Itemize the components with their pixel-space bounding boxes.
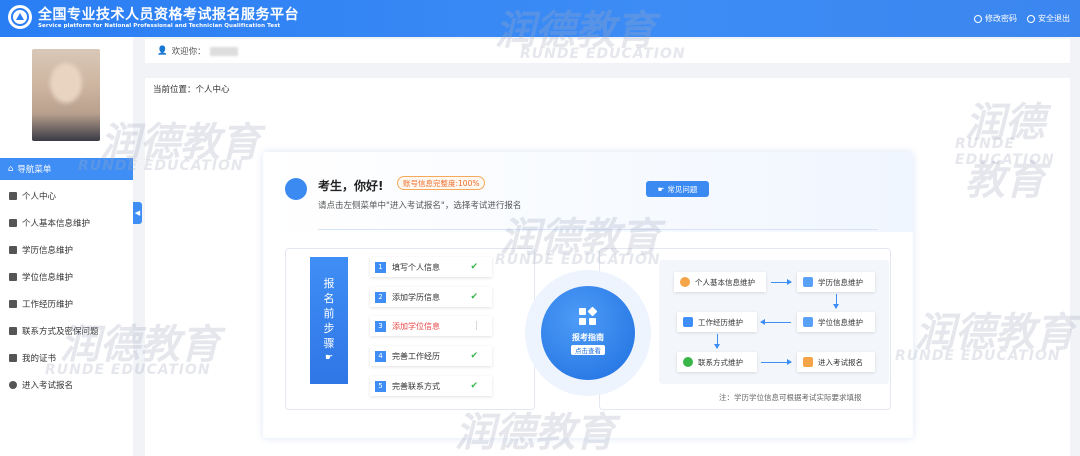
sidebar-item-basic-info[interactable]: 个人基本信息维护	[0, 209, 133, 236]
step-item[interactable]: 5 完善联系方式 ✔	[370, 376, 492, 396]
nav-header: ⌂ 导航菜单	[0, 158, 133, 180]
divider	[318, 229, 878, 230]
incomplete-marker: |	[474, 321, 478, 331]
breadcrumb: 当前位置：个人中心	[145, 78, 1070, 100]
step-item[interactable]: 2 添加学历信息 ✔	[370, 287, 492, 307]
sidebar-item-work[interactable]: 工作经历维护	[0, 290, 133, 317]
flow-arrow	[761, 359, 792, 365]
step-item[interactable]: 4 完善工作经历 ✔	[370, 346, 492, 366]
briefcase-icon	[9, 299, 17, 308]
faq-button[interactable]: ☛ 常见问题	[646, 181, 709, 197]
steps-label: 报 名 前 步 骤 ☛	[310, 257, 348, 384]
arrow-circle-icon	[9, 380, 17, 389]
flow-degree[interactable]: 学位信息维护	[797, 312, 875, 332]
view-guide-button[interactable]: 点击查看	[571, 345, 605, 355]
certificate-icon	[9, 353, 17, 362]
hand-pointer-icon: ☛	[324, 352, 334, 363]
note-text: 注：学历学位信息可根据考试实际要求填报	[719, 393, 862, 402]
flow-enter-exam[interactable]: 进入考试报名	[797, 352, 875, 372]
completion-badge: 账号信息完整度:100%	[397, 176, 486, 190]
chevron-left-icon: ◀	[134, 209, 141, 217]
sidebar-item-personal-center[interactable]: 个人中心	[0, 182, 133, 209]
sidebar: ⌂ 导航菜单 个人中心 个人基本信息维护 学历信息维护 学位信息维护 工作经历维…	[0, 37, 133, 456]
greeting: 考生，你好!	[318, 179, 384, 193]
user-icon	[285, 178, 307, 200]
steps-panel: 报 名 前 步 骤 ☛ 1 填写个人信息 ✔ 2 添加学历信息 ✔ 3 添加学位信息 | 4…	[285, 248, 535, 410]
sidebar-item-enter-exam[interactable]: 进入考试报名	[0, 371, 133, 398]
hint-text: 请点击左侧菜单中"进入考试报名"，选择考试进行报名	[318, 201, 522, 211]
site-title: 全国专业技术人员资格考试报名服务平台	[38, 7, 299, 23]
user-icon	[9, 218, 17, 227]
flow-arrow	[833, 294, 839, 309]
step-item[interactable]: 3 添加学位信息 |	[370, 316, 492, 336]
medal-icon	[9, 272, 17, 281]
top-header: 全国专业技术人员资格考试报名服务平台 Service platform for …	[0, 0, 1080, 37]
sidebar-item-certificates[interactable]: 我的证书	[0, 344, 133, 371]
phone-icon	[683, 357, 693, 367]
home-icon	[9, 191, 17, 200]
sidebar-collapse-button[interactable]: ◀	[133, 202, 142, 224]
document-icon	[803, 357, 813, 367]
grid-icon	[579, 306, 598, 326]
flow-arrow	[714, 334, 720, 349]
user-icon: 👤	[157, 46, 168, 56]
home-icon: ⌂	[8, 164, 14, 174]
graduation-cap-icon	[803, 277, 813, 287]
power-icon	[1027, 14, 1035, 23]
sidebar-item-contact[interactable]: 联系方式及密保问题	[0, 317, 133, 344]
personal-center-card: 考生，你好! 账号信息完整度:100% 请点击左侧菜单中"进入考试报名"，选择考…	[263, 152, 913, 438]
sidebar-item-education[interactable]: 学历信息维护	[0, 236, 133, 263]
change-password-link[interactable]: 修改密码	[974, 13, 1017, 24]
briefcase-icon	[683, 317, 693, 327]
avatar	[32, 49, 100, 141]
flow-personal-info[interactable]: 个人基本信息维护	[674, 272, 766, 292]
flow-work[interactable]: 工作经历维护	[677, 312, 757, 332]
site-subtitle: Service platform for National Profession…	[38, 23, 281, 29]
logout-link[interactable]: 安全退出	[1027, 13, 1070, 24]
user-icon	[680, 277, 690, 287]
sidebar-item-degree[interactable]: 学位信息维护	[0, 263, 133, 290]
username-blurred	[209, 46, 238, 56]
header-links: 修改密码 安全退出	[974, 13, 1070, 24]
flow-education[interactable]: 学历信息维护	[797, 272, 875, 292]
flow-arrow	[771, 279, 792, 285]
flow-contact[interactable]: 联系方式维护	[677, 352, 757, 372]
nav-list: 个人中心 个人基本信息维护 学历信息维护 学位信息维护 工作经历维护 联系方式及…	[0, 182, 133, 398]
exam-guide[interactable]: 报考指南 点击查看	[541, 286, 635, 380]
graduation-cap-icon	[9, 245, 17, 254]
check-icon: ✔	[470, 381, 478, 391]
lock-icon	[974, 14, 982, 23]
check-icon: ✔	[470, 292, 478, 302]
check-icon: ✔	[470, 262, 478, 272]
site-logo	[8, 5, 32, 29]
medal-icon	[803, 317, 813, 327]
flow-arrow	[760, 319, 791, 325]
welcome-bar: 👤 欢迎你：	[145, 39, 1070, 63]
hand-pointer-icon: ☛	[657, 184, 665, 194]
phone-icon	[9, 326, 17, 335]
flow-panel: 个人基本信息维护 学历信息维护 学位信息维护 工作经历维护 联系方式维护 进入考…	[659, 260, 889, 384]
step-item[interactable]: 1 填写个人信息 ✔	[370, 257, 492, 277]
check-icon: ✔	[470, 351, 478, 361]
